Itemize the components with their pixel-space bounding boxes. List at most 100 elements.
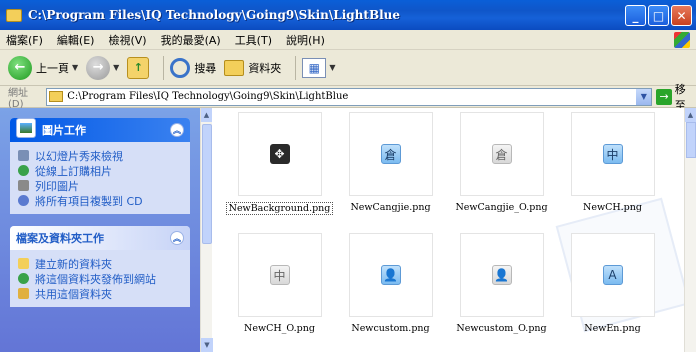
back-button[interactable]: ← 上一頁 ▼ (8, 55, 78, 80)
file-item[interactable]: A NewEn.png (557, 233, 668, 334)
folders-button[interactable]: 資料夾 (224, 59, 281, 76)
print-link[interactable]: 列印圖片 (18, 178, 182, 193)
task-pane-scrollbar[interactable]: ▲ ▼ (200, 108, 213, 352)
forward-button[interactable]: → ▼ (86, 55, 119, 80)
file-tasks-title: 檔案及資料夾工作 (16, 232, 104, 245)
file-list-scrollbar[interactable]: ▲ (684, 108, 696, 352)
file-item[interactable]: 👤 Newcustom_O.png (446, 233, 557, 334)
file-name[interactable]: NewCH.png (581, 202, 644, 213)
new-folder-link[interactable]: 建立新的資料夾 (18, 256, 182, 271)
folder-icon (6, 8, 22, 22)
globe-icon (18, 165, 29, 176)
go-arrow-icon[interactable]: → (656, 88, 672, 105)
file-name[interactable]: Newcustom.png (349, 323, 431, 334)
toolbar: ← 上一頁 ▼ → ▼ ↑ 搜尋 資料夾 ▦ ▼ (0, 50, 696, 86)
title-bar: C:\Program Files\IQ Technology\Going9\Sk… (0, 0, 696, 30)
move-icon: ✥ (269, 144, 290, 164)
publish-web-link[interactable]: 將這個資料夾發佈到網站 (18, 271, 182, 286)
user-icon: 👤 (491, 265, 512, 285)
views-button[interactable]: ▦ ▼ (302, 57, 336, 78)
file-thumbnail[interactable]: ✥ (237, 112, 322, 196)
up-folder-icon: ↑ (127, 56, 150, 79)
publish-web-label: 將這個資料夾發佈到網站 (35, 272, 156, 286)
menu-view[interactable]: 檢視(V) (108, 32, 146, 48)
file-tasks-header[interactable]: 檔案及資料夾工作 ︽ (10, 226, 190, 250)
file-thumbnail[interactable]: 中 (237, 233, 322, 317)
windows-logo-icon (674, 32, 690, 48)
file-item[interactable]: 倉 NewCangjie_O.png (446, 112, 557, 215)
address-dropdown-button[interactable]: ▼ (636, 88, 652, 105)
file-name[interactable]: NewCangjie.png (348, 202, 432, 213)
chevron-down-icon: ▼ (329, 63, 336, 72)
collapse-icon[interactable]: ︽ (170, 231, 184, 245)
scroll-up-arrow[interactable]: ▲ (685, 108, 696, 122)
menu-tools[interactable]: 工具(T) (235, 32, 272, 48)
toolbar-separator (295, 55, 297, 80)
scroll-thumb[interactable] (202, 124, 212, 244)
globe-icon (18, 273, 29, 284)
user-icon: 👤 (380, 265, 401, 285)
english-icon: A (602, 265, 623, 285)
cangjie-icon: 倉 (491, 144, 512, 164)
maximize-button[interactable]: □ (648, 5, 669, 26)
scroll-thumb[interactable] (686, 122, 696, 158)
file-name[interactable]: NewBackground.png (225, 202, 334, 215)
menu-edit[interactable]: 編輯(E) (57, 32, 95, 48)
picture-icon (16, 118, 36, 138)
chevron-down-icon[interactable]: ▼ (113, 63, 119, 72)
chevron-down-icon[interactable]: ▼ (72, 63, 78, 72)
order-prints-link[interactable]: 從線上訂購相片 (18, 163, 182, 178)
minimize-button[interactable]: _ (625, 5, 646, 26)
address-input[interactable]: C:\Program Files\IQ Technology\Going9\Sk… (46, 87, 653, 106)
search-icon (170, 57, 191, 78)
copy-to-cd-label: 將所有項目複製到 CD (35, 194, 143, 208)
up-folder-button[interactable]: ↑ (127, 56, 150, 79)
search-button[interactable]: 搜尋 (170, 57, 216, 78)
file-thumbnail[interactable]: 倉 (459, 112, 544, 196)
file-item[interactable]: 👤 Newcustom.png (335, 233, 446, 334)
scroll-up-arrow[interactable]: ▲ (201, 108, 212, 122)
file-grid: ✥ NewBackground.png 倉 NewCangjie.png 倉 NewC… (224, 112, 684, 334)
file-item[interactable]: 中 NewCH.png (557, 112, 668, 215)
file-thumbnail[interactable]: 👤 (459, 233, 544, 317)
file-thumbnail[interactable]: A (570, 233, 655, 317)
file-item[interactable]: ✥ NewBackground.png (224, 112, 335, 215)
address-bar: 網址(D) C:\Program Files\IQ Technology\Goi… (0, 83, 696, 112)
folder-icon (224, 59, 245, 76)
copy-to-cd-link[interactable]: 將所有項目複製到 CD (18, 193, 182, 208)
printer-icon (18, 180, 29, 191)
picture-tasks-header[interactable]: 圖片工作 ︽ (10, 118, 190, 142)
file-item[interactable]: 倉 NewCangjie.png (335, 112, 446, 215)
file-name[interactable]: NewEn.png (582, 323, 642, 334)
forward-arrow-icon: → (86, 55, 111, 80)
slideshow-icon (18, 150, 29, 161)
print-label: 列印圖片 (35, 179, 79, 193)
menu-file[interactable]: 檔案(F) (6, 32, 43, 48)
menu-help[interactable]: 說明(H) (286, 32, 325, 48)
toolbar-separator (163, 55, 165, 80)
file-tasks-panel: 檔案及資料夾工作 ︽ 建立新的資料夾 將這個資料夾發佈到網站 共用這個資料夾 (10, 226, 190, 307)
file-name[interactable]: NewCH_O.png (242, 323, 317, 334)
chinese-icon: 中 (602, 144, 623, 164)
slideshow-label: 以幻燈片秀來檢視 (35, 149, 123, 163)
slideshow-link[interactable]: 以幻燈片秀來檢視 (18, 148, 182, 163)
views-icon: ▦ (302, 57, 327, 78)
close-button[interactable]: ✕ (671, 5, 692, 26)
file-thumbnail[interactable]: 👤 (348, 233, 433, 317)
menu-bar: 檔案(F) 編輯(E) 檢視(V) 我的最愛(A) 工具(T) 說明(H) (0, 30, 696, 50)
share-folder-link[interactable]: 共用這個資料夾 (18, 286, 182, 301)
new-folder-icon (18, 258, 29, 269)
back-label: 上一頁 (36, 61, 69, 75)
address-path: C:\Program Files\IQ Technology\Going9\Sk… (67, 91, 349, 102)
cd-icon (18, 195, 29, 206)
scroll-down-arrow[interactable]: ▼ (201, 338, 213, 352)
collapse-icon[interactable]: ︽ (170, 123, 184, 137)
file-thumbnail[interactable]: 中 (570, 112, 655, 196)
picture-tasks-title: 圖片工作 (42, 124, 86, 137)
window-title: C:\Program Files\IQ Technology\Going9\Sk… (28, 8, 401, 22)
file-name[interactable]: NewCangjie_O.png (453, 202, 549, 213)
menu-favorites[interactable]: 我的最愛(A) (161, 32, 221, 48)
file-thumbnail[interactable]: 倉 (348, 112, 433, 196)
file-name[interactable]: Newcustom_O.png (454, 323, 548, 334)
file-item[interactable]: 中 NewCH_O.png (224, 233, 335, 334)
